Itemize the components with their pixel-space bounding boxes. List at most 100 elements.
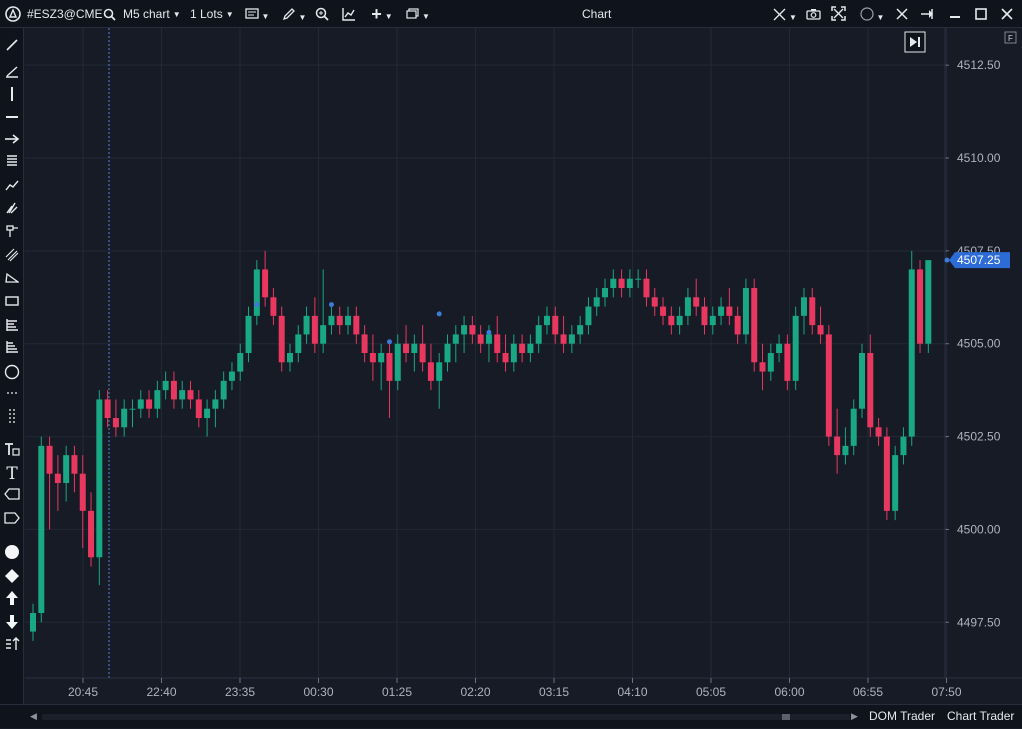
rectangle-icon[interactable] [2, 294, 22, 314]
candle-body [469, 325, 476, 335]
x-tick-label: 23:35 [225, 685, 255, 699]
horizontal-lines-icon[interactable] [2, 154, 22, 174]
candlestick-chart[interactable]: 4512.504510.004507.504505.004502.504500.… [25, 28, 1022, 704]
vertical-line-icon[interactable] [2, 86, 22, 106]
candle [792, 306, 799, 391]
drawing-toolbar: T [0, 28, 24, 728]
candle-body [593, 297, 600, 307]
ellipse-icon[interactable] [2, 364, 22, 384]
diamond-icon[interactable] [2, 568, 22, 588]
candle-body [651, 297, 658, 307]
candle-body [286, 353, 293, 363]
vertical-cycle-icon[interactable] [2, 408, 22, 428]
line-tool-icon[interactable] [2, 38, 22, 58]
maximize-icon[interactable] [972, 0, 990, 28]
auto-scale-button[interactable]: F [1004, 31, 1017, 44]
scroll-right-icon[interactable]: ▶ [851, 705, 858, 729]
candle-body [170, 380, 177, 400]
scroll-left-icon[interactable]: ◀ [30, 705, 37, 729]
indicators-icon[interactable] [340, 0, 358, 28]
cycle-lines-icon[interactable] [2, 386, 22, 406]
x-tick-label: 22:40 [146, 685, 176, 699]
y-tick-label: 4500.00 [957, 522, 1001, 536]
x-tick-label: 06:00 [774, 685, 804, 699]
fullscreen-icon[interactable] [829, 0, 847, 28]
price-label-icon[interactable] [2, 486, 22, 506]
template-icon[interactable]: ▼ [242, 0, 272, 28]
window-title: Chart [582, 7, 612, 21]
candle-body [585, 306, 592, 326]
candle-body [568, 334, 575, 344]
candle [925, 260, 932, 353]
plus-icon[interactable]: + ▼ [366, 0, 398, 28]
candle-body [560, 334, 567, 344]
pitchfork-icon[interactable] [2, 200, 22, 220]
horizontal-line-icon[interactable] [2, 110, 22, 130]
app-logo-icon[interactable] [4, 0, 22, 28]
symbol-selector[interactable]: #ESZ3@CME [27, 0, 103, 28]
text-label-icon[interactable] [2, 442, 22, 462]
circle-icon[interactable]: ▼ [855, 0, 889, 28]
candle-body [411, 343, 418, 353]
fibonacci-extension-icon[interactable] [2, 340, 22, 360]
candle-body [718, 306, 725, 316]
close-icon[interactable] [998, 0, 1016, 28]
arrow-line-icon[interactable] [2, 132, 22, 152]
trend-angle-icon[interactable] [2, 64, 22, 84]
last-price-text: 4507.25 [957, 253, 1001, 267]
candle-body [427, 362, 434, 381]
timeframe-dropdown[interactable]: M5 chart ▼ [123, 0, 181, 28]
chart-trader-button[interactable]: Chart Trader [947, 705, 1014, 729]
dot-icon[interactable] [2, 544, 22, 564]
zoom-icon[interactable] [313, 0, 331, 28]
tools-icon[interactable] [893, 0, 911, 28]
window-icon[interactable]: ▼ [402, 0, 434, 28]
candle-body [436, 362, 443, 381]
search-icon[interactable] [101, 0, 117, 28]
timeframe-label: M5 chart [123, 7, 170, 21]
minimize-icon[interactable] [946, 0, 964, 28]
scrollbar-thumb[interactable] [782, 714, 790, 720]
signal-marker [386, 339, 392, 345]
parallel-channel-icon[interactable] [2, 248, 22, 268]
candle-body [320, 325, 327, 344]
crosshair-icon[interactable]: ▼ [770, 0, 800, 28]
dom-trader-button[interactable]: DOM Trader [869, 705, 935, 729]
candle-body [643, 278, 650, 298]
candle-body [519, 343, 526, 353]
tag-icon[interactable] [2, 510, 22, 530]
polyline-icon[interactable] [2, 178, 22, 198]
lots-dropdown[interactable]: 1 Lots ▼ [190, 0, 234, 28]
candle [751, 278, 758, 372]
gann-icon[interactable] [2, 224, 22, 244]
x-tick-label: 07:50 [931, 685, 961, 699]
y-tick-label: 4497.50 [957, 615, 1001, 629]
x-tick-label: 00:30 [303, 685, 333, 699]
camera-icon[interactable] [804, 0, 822, 28]
chart-area[interactable]: 4512.50 4510.00 4507.50 4505.00 4502.50 4500.… [25, 28, 1022, 704]
arrow-up-icon[interactable] [2, 590, 22, 610]
candle-body [386, 353, 393, 381]
pin-icon[interactable] [918, 0, 936, 28]
fibonacci-icon[interactable] [2, 318, 22, 338]
triangle-icon[interactable] [2, 270, 22, 290]
signal-marker [486, 329, 492, 335]
arrow-down-icon[interactable] [2, 614, 22, 634]
candle-body [88, 510, 95, 558]
sort-icon[interactable] [2, 636, 22, 656]
candle [859, 343, 865, 418]
pencil-icon[interactable]: ▼ [279, 0, 309, 28]
horizontal-scrollbar[interactable] [42, 714, 850, 720]
candle-body [179, 390, 186, 400]
x-tick-label: 03:15 [539, 685, 569, 699]
signal-marker [436, 311, 442, 317]
candle-body [867, 353, 874, 428]
candle-body [626, 278, 633, 288]
svg-text:F: F [1008, 34, 1013, 43]
scroll-to-end-button[interactable] [904, 31, 926, 53]
bottom-bar: ◀ ▶ DOM Trader Chart Trader [0, 704, 1022, 728]
candle-body [635, 278, 642, 280]
text-icon[interactable]: T [2, 464, 22, 484]
candle-body [403, 343, 410, 353]
candle-body [917, 269, 924, 344]
